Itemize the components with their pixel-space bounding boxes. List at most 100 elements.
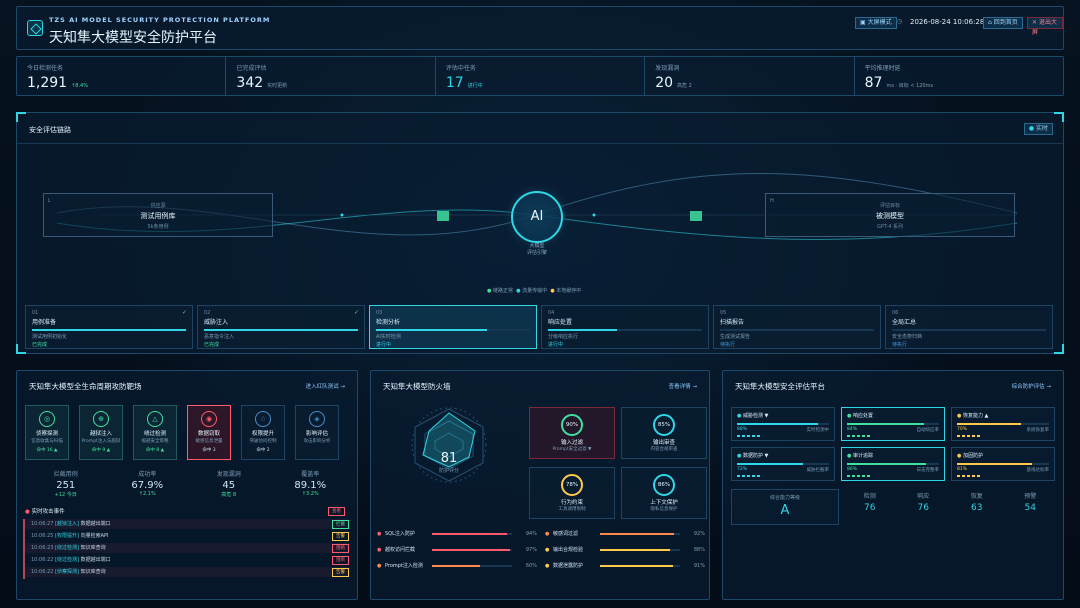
chain-step[interactable]: 03 检测分析 AI实时检测 进行中: [369, 305, 537, 349]
step-number: 06: [892, 310, 899, 316]
ai-label: AI: [530, 209, 544, 224]
score-value: 63: [971, 503, 983, 513]
attack-stage[interactable]: ◎ 侦察探测 信息收集与扫描 命中 16 ▲: [25, 405, 69, 460]
ai-engine-node[interactable]: AI: [511, 191, 563, 243]
metric-value: 45: [222, 480, 236, 491]
legend-item: 链路正常: [492, 288, 513, 294]
stage-stat: 命中 9 ▲: [91, 448, 111, 453]
event-row[interactable]: 10:06:27 [越狱注入] 数据越出端口 拦截: [25, 519, 349, 529]
stage-name: 权限提升: [251, 431, 274, 437]
score-label: 预警: [1024, 493, 1037, 500]
score-value: 76: [864, 503, 876, 513]
attack-stage[interactable]: ⊕ 越狱注入 Prompt注入与越狱 命中 9 ▲: [79, 405, 123, 460]
evaluation-link[interactable]: 综合防护评估 →: [1012, 382, 1051, 390]
kpi-label: 已完成评估: [236, 65, 267, 72]
kpi-label: 发现漏洞: [655, 65, 680, 72]
stage-desc: 攻击影响分析: [303, 439, 331, 444]
mode-button[interactable]: ▣ 大屏模式: [855, 17, 897, 29]
step-status: 进行中: [548, 342, 564, 348]
node-name: 被测模型: [876, 212, 904, 220]
event-row[interactable]: 10:06:22 [侦察探测] 知识库查询 告警: [25, 567, 349, 577]
event-row[interactable]: 10:06:23 [绕过检测] 知识库查询 阻断: [25, 543, 349, 553]
attack-stage[interactable]: ◉ 数据窃取 敏感信息泄露 命中 3: [187, 405, 231, 460]
evaluation-card[interactable]: ● 响应处置 84% 自动响应率: [841, 407, 945, 441]
card-meta: 86% 日志完整率: [847, 467, 939, 473]
ai-name: 大模型: [529, 243, 545, 249]
attack-stage[interactable]: ◈ 影响评估 攻击影响分析: [295, 405, 339, 460]
card-bar-fill: [737, 423, 818, 425]
evaluation-card[interactable]: ● 数据防护 ▼ 72% 威胁拦截率: [731, 447, 835, 481]
evaluation-card[interactable]: ● 恢复能力 ▲ 70% 系统恢复率: [951, 407, 1055, 441]
bar-dot-icon: ●: [377, 563, 382, 569]
events-title-text: 实时攻击事件: [31, 509, 65, 515]
grade-value: A: [780, 503, 790, 518]
card-meta: 84% 自动响应率: [847, 427, 939, 433]
header-bar: TZS AI MODEL SECURITY PROTECTION PLATFOR…: [16, 6, 1064, 50]
score-row: 检测 76 响应 76 恢复 63 预警 54: [843, 491, 1057, 513]
event-tag: 告警: [332, 568, 349, 577]
firewall-details-link[interactable]: 查看详情 →: [669, 382, 697, 390]
chain-step[interactable]: 06 全局汇总 安全态势归档 待执行: [885, 305, 1053, 349]
event-tag: 阻断: [332, 556, 349, 565]
chain-step[interactable]: 02 威胁注入 恶意指令注入 已完成 ✓: [197, 305, 365, 349]
score-value: 76: [917, 503, 929, 513]
card-percent: 81%: [957, 467, 968, 472]
node-desc: 5k条用例: [147, 224, 169, 230]
step-progress-fill: [376, 329, 487, 331]
defense-gauge[interactable]: 90% 输入过滤 Prompt安全过滤 ▼: [529, 407, 615, 459]
red-team-link[interactable]: 进入红队测试 →: [306, 382, 345, 390]
kpi-value: 20: [655, 75, 674, 91]
defense-gauge[interactable]: 85% 输出审查 内容合规审查: [621, 407, 707, 459]
event-row[interactable]: 10:06:22 [绕过检测] 数据越出端口 阻断: [25, 555, 349, 565]
chain-step[interactable]: 04 响应处置 分级响应执行 进行中: [541, 305, 709, 349]
chain-step[interactable]: 01 用例准备 测试用例初始化 已完成 ✓: [25, 305, 193, 349]
event-row[interactable]: 10:06:25 [权限提升] 向量检索API 告警: [25, 531, 349, 541]
chain-step[interactable]: 05 扫描报告 生成测试报告 待执行: [713, 305, 881, 349]
bar-fill: [600, 565, 673, 567]
metric-cell: 覆盖率 89.1% ↑3.2%: [270, 469, 352, 503]
card-desc: 基线达标率: [1026, 468, 1050, 473]
kpi-in-progress: 评估中任务 17 进行中: [436, 57, 646, 95]
events-view-button[interactable]: 查看: [328, 507, 345, 516]
score-cell: 响应 76: [897, 491, 951, 513]
gauge-desc: 工具调用限制: [558, 507, 586, 512]
kpi-label: 今日检测任务: [27, 65, 64, 72]
node-tag: L: [48, 198, 51, 204]
attack-stage[interactable]: ☆ 权限提升 突破访问控制 命中 2: [241, 405, 285, 460]
defense-gauge[interactable]: 86% 上下文保护 隐私信息保护: [621, 467, 707, 519]
stage-stat: 命中 16 ▲: [36, 448, 58, 453]
exit-button[interactable]: ✕ 退出大屏: [1027, 17, 1063, 36]
bar-fill: [432, 565, 480, 567]
score-cell: 预警 54: [1004, 491, 1058, 513]
evaluation-panel: 天知隼大模型安全评估平台 综合防护评估 → ● 威胁检测 ▼ 88% 实时检测中 ● …: [722, 370, 1064, 600]
evaluation-title: 天知隼大模型安全评估平台: [735, 382, 825, 391]
card-name: ● 威胁检测 ▼: [737, 412, 829, 419]
step-progress-bar: [548, 329, 702, 331]
bar-label: 输出合规检验: [553, 547, 584, 553]
attack-stage[interactable]: △ 绕过检测 规避安全策略 命中 8 ▲: [133, 405, 177, 460]
ai-sub: 评估引擎: [526, 250, 547, 256]
card-bar: [957, 463, 1049, 465]
event-time: 10:06:23: [31, 545, 54, 551]
event-tag: 告警: [332, 532, 349, 541]
home-button[interactable]: ⌂ 回到首页: [983, 17, 1023, 29]
evaluation-card[interactable]: ● 加固防护 81% 基线达标率: [951, 447, 1055, 481]
range-metrics: 拦截用例 251 +12 今日 成功率 67.9% ↑2.1% 发现漏洞 45 高危 8 覆…: [25, 469, 351, 503]
node-caption: 评估目标: [879, 203, 900, 209]
step-desc: 生成测试报告: [720, 334, 751, 340]
realtime-badge[interactable]: ● 实时: [1023, 123, 1053, 135]
step-desc: 分级响应执行: [548, 334, 579, 340]
card-percent: 88%: [737, 427, 748, 432]
stage-stat: 命中 2: [256, 448, 270, 453]
event-text: 数据越出端口: [80, 521, 111, 527]
legend-item: 流量传输中: [522, 288, 548, 294]
evaluation-card[interactable]: ● 威胁检测 ▼ 88% 实时检测中: [731, 407, 835, 441]
stage-desc: 敏感信息泄露: [195, 439, 223, 444]
card-bar: [957, 423, 1049, 425]
defense-gauge[interactable]: 78% 行为约束 工具调用限制: [529, 467, 615, 519]
evaluation-card[interactable]: ● 审计追踪 86% 日志完整率: [841, 447, 945, 481]
step-number: 03: [376, 310, 383, 316]
firewall-title: 天知隼大模型防火墙: [383, 382, 451, 391]
kpi-value: 1,291: [27, 75, 68, 91]
stage-name: 绕过检测: [143, 431, 166, 437]
